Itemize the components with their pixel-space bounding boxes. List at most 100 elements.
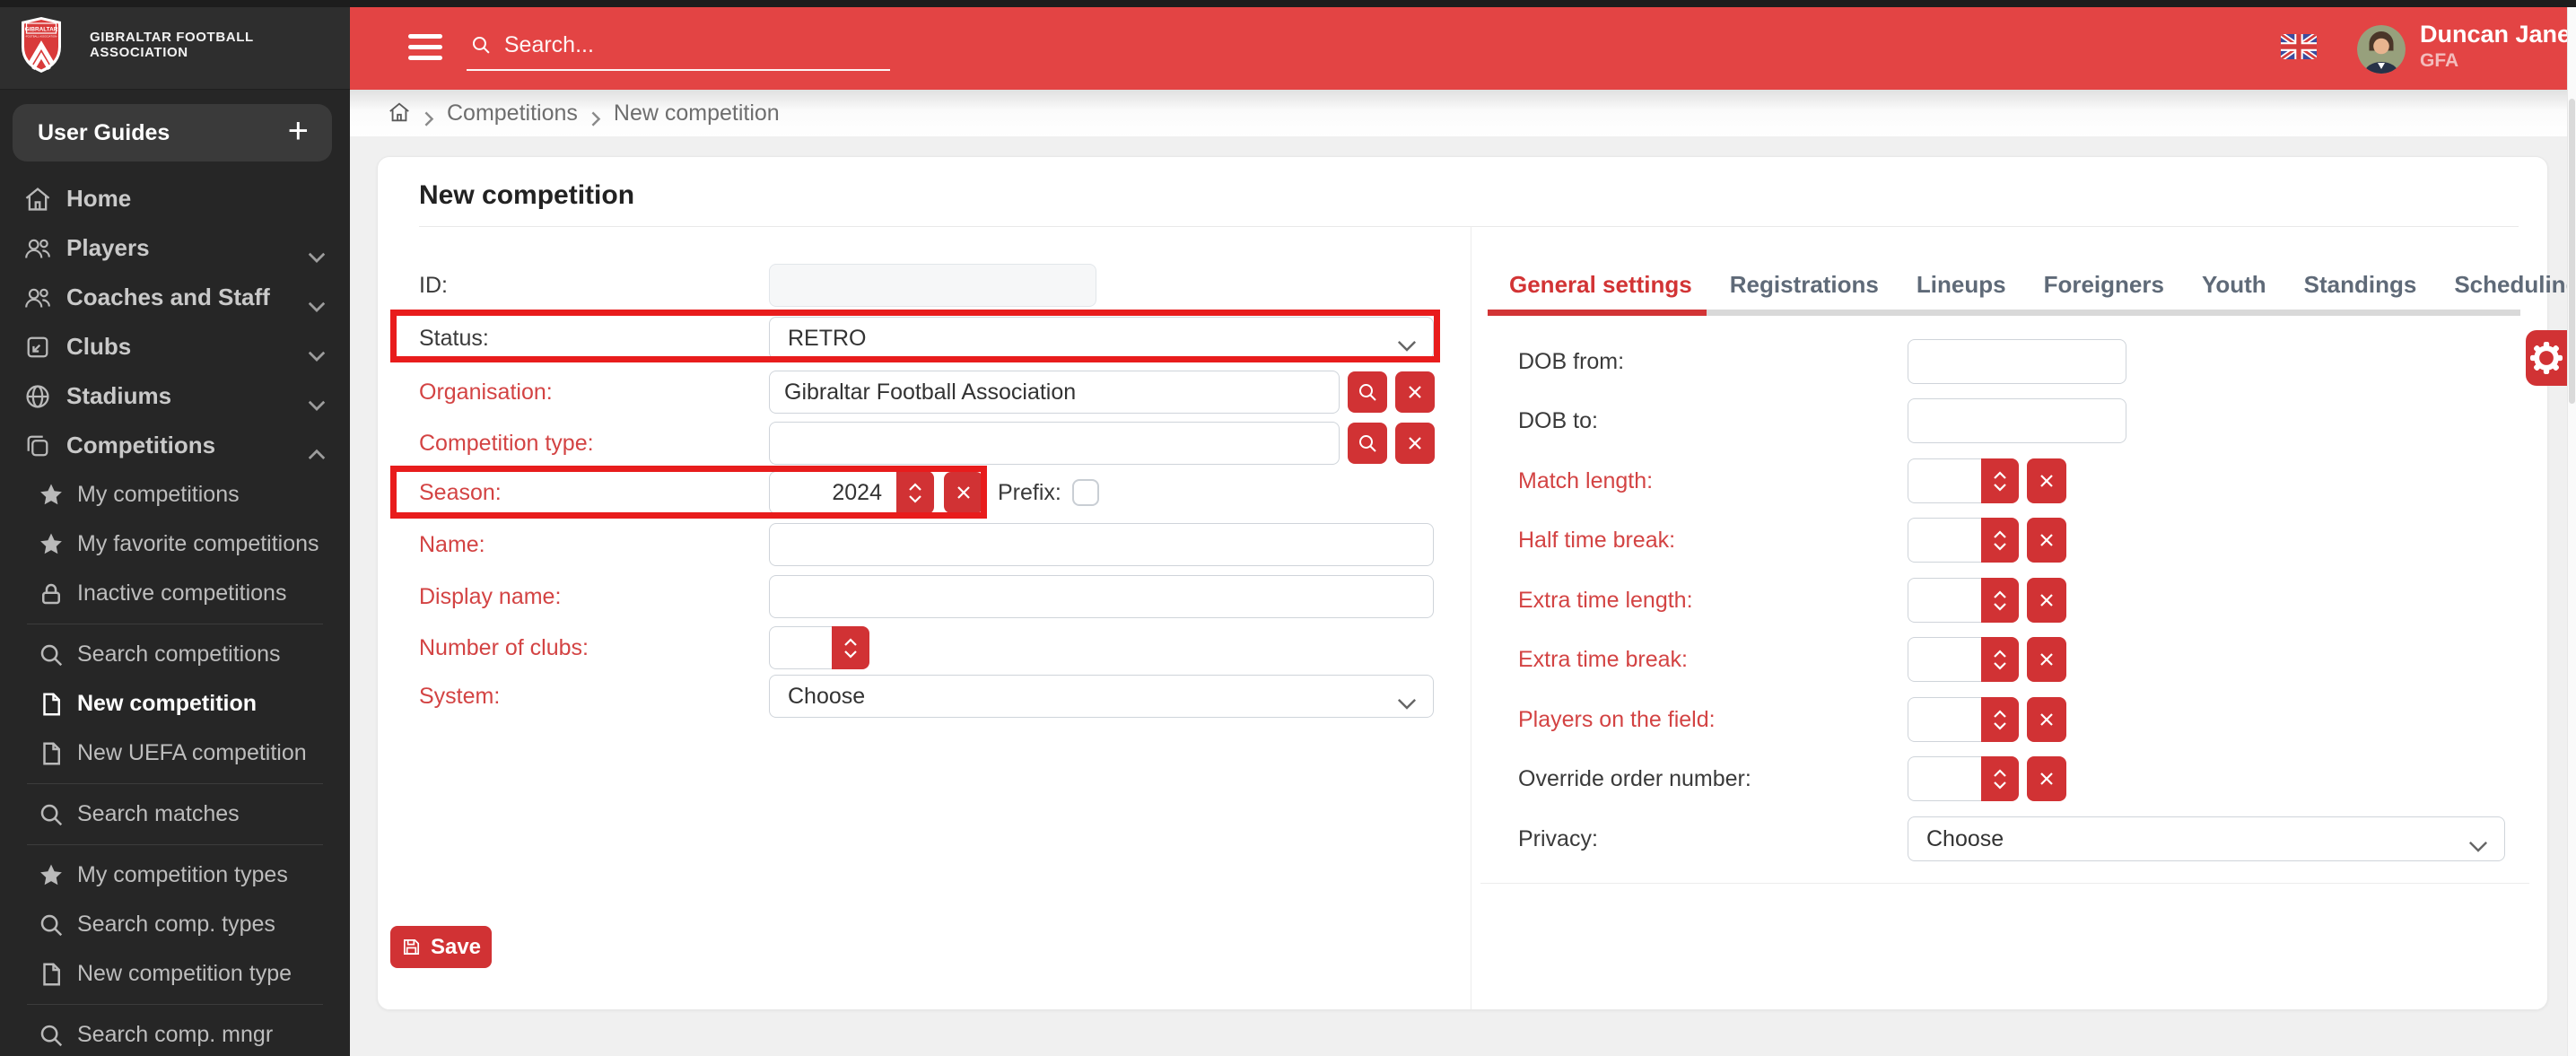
scrollbar[interactable] <box>2567 0 2576 1056</box>
display-name-input[interactable] <box>769 575 1434 618</box>
prefix-checkbox[interactable] <box>1072 479 1099 506</box>
user-menu[interactable]: Duncan Jane GFA <box>2420 21 2571 72</box>
tab-scheduling[interactable]: Scheduling <box>2452 271 2576 310</box>
organisation-input[interactable] <box>769 371 1340 414</box>
spinner-up-icon <box>843 638 858 647</box>
season-clear-button[interactable] <box>944 472 983 513</box>
sidebar-item-new-competition-type[interactable]: New competition type <box>0 949 350 999</box>
file-icon <box>38 740 65 767</box>
menu-icon[interactable] <box>408 34 442 66</box>
extra-time-break-spinner[interactable] <box>1981 637 2019 682</box>
tab-lineups[interactable]: Lineups <box>1915 271 2008 310</box>
search-input[interactable] <box>504 32 886 58</box>
number-of-clubs-input[interactable] <box>769 626 832 669</box>
tab-foreigners[interactable]: Foreigners <box>2042 271 2166 310</box>
plus-icon[interactable]: + <box>288 113 309 149</box>
tab-general-settings[interactable]: General settings <box>1507 271 1694 310</box>
sidebar-item-my-favorite-competitions[interactable]: My favorite competitions <box>0 519 350 569</box>
settings-flyout-button[interactable] <box>2526 330 2567 386</box>
half-time-break-input[interactable] <box>1908 518 1981 563</box>
override-order-number-spinner[interactable] <box>1981 756 2019 801</box>
override-order-number-input[interactable] <box>1908 756 1981 801</box>
sidebar-item-search-competitions[interactable]: Search competitions <box>0 630 350 679</box>
user-name: Duncan Jane <box>2420 21 2571 48</box>
number-of-clubs-field <box>769 626 869 669</box>
sidebar-item-stadiums[interactable]: Stadiums <box>0 371 350 421</box>
competition-type-search-button[interactable] <box>1348 423 1387 464</box>
sidebar-item-clubs[interactable]: Clubs <box>0 322 350 371</box>
spinner-down-icon <box>1993 781 2007 790</box>
extra-time-length-input[interactable] <box>1908 578 1981 623</box>
field-row-organisation: Organisation: <box>419 371 1435 414</box>
sidebar-item-my-competitions[interactable]: My competitions <box>0 470 350 519</box>
half-time-break-field <box>1908 518 2019 563</box>
sidebar-item-new-competition[interactable]: New competition <box>0 679 350 729</box>
competition-type-input[interactable] <box>769 422 1340 465</box>
sidebar-item-competitions[interactable]: Competitions <box>0 421 350 470</box>
sidebar-divider <box>27 844 323 845</box>
extra-time-break-input[interactable] <box>1908 637 1981 682</box>
competition-type-clear-button[interactable] <box>1395 423 1435 464</box>
privacy-value: Choose <box>1926 826 2004 852</box>
uk-flag-icon[interactable] <box>2281 34 2317 59</box>
window-top-strip <box>0 0 2576 7</box>
user-guides-button[interactable]: User Guides + <box>13 104 332 161</box>
season-input[interactable] <box>769 471 896 514</box>
match-length-clear-button[interactable] <box>2027 458 2066 503</box>
save-button[interactable]: Save <box>390 926 492 968</box>
sidebar-item-players[interactable]: Players <box>0 223 350 273</box>
spinner-down-icon <box>908 494 922 503</box>
players-on-field-input[interactable] <box>1908 697 1981 742</box>
spinner-down-icon <box>1993 483 2007 492</box>
sidebar-item-search-comp-types[interactable]: Search comp. types <box>0 900 350 949</box>
half-time-break-clear-button[interactable] <box>2027 518 2066 563</box>
match-length-input[interactable] <box>1908 458 1981 503</box>
gfa-logo: GIBRALTAR -FOOTBALL ASSOCIATION- <box>20 16 63 74</box>
override-order-number-clear-button[interactable] <box>2027 756 2066 801</box>
chevron-down-icon <box>307 390 327 403</box>
extra-time-length-clear-button[interactable] <box>2027 578 2066 623</box>
players-on-field-spinner[interactable] <box>1981 697 2019 742</box>
organisation-label: Organisation: <box>419 380 769 406</box>
sidebar-item-coaches-staff[interactable]: Coaches and Staff <box>0 273 350 322</box>
match-length-label: Match length: <box>1518 468 1908 494</box>
system-select[interactable]: Choose <box>769 675 1434 718</box>
players-on-field-field <box>1908 697 2019 742</box>
field-row-competition-type: Competition type: <box>419 422 1435 465</box>
season-spinner[interactable] <box>896 471 934 514</box>
tab-registrations[interactable]: Registrations <box>1728 271 1881 310</box>
organisation-search-button[interactable] <box>1348 371 1387 413</box>
chevron-down-icon <box>307 292 327 304</box>
sidebar-divider <box>27 1004 323 1005</box>
status-select[interactable]: RETRO <box>769 317 1434 360</box>
sidebar-item-home[interactable]: Home <box>0 174 350 223</box>
organisation-clear-button[interactable] <box>1395 371 1435 413</box>
chevron-down-icon <box>1397 691 1417 703</box>
sidebar-item-new-uefa-competition[interactable]: New UEFA competition <box>0 729 350 778</box>
sidebar-item-label: Search comp. mngr <box>77 1022 273 1048</box>
override-order-number-label: Override order number: <box>1518 766 1908 792</box>
number-of-clubs-spinner[interactable] <box>832 626 869 669</box>
breadcrumb-competitions[interactable]: Competitions <box>447 100 578 127</box>
dob-to-input[interactable] <box>1908 398 2126 443</box>
home-icon[interactable] <box>388 100 411 124</box>
match-length-spinner[interactable] <box>1981 458 2019 503</box>
sidebar-item-inactive-competitions[interactable]: Inactive competitions <box>0 569 350 618</box>
tab-youth[interactable]: Youth <box>2200 271 2268 310</box>
players-on-field-clear-button[interactable] <box>2027 697 2066 742</box>
extra-time-break-clear-button[interactable] <box>2027 637 2066 682</box>
avatar[interactable] <box>2357 25 2406 74</box>
name-input[interactable] <box>769 523 1434 566</box>
tab-standings[interactable]: Standings <box>2302 271 2419 310</box>
extra-time-length-spinner[interactable] <box>1981 578 2019 623</box>
sidebar-item-search-comp-mngr[interactable]: Search comp. mngr <box>0 1010 350 1056</box>
sidebar-item-my-competition-types[interactable]: My competition types <box>0 851 350 900</box>
privacy-select[interactable]: Choose <box>1908 816 2505 861</box>
half-time-break-spinner[interactable] <box>1981 518 2019 563</box>
sidebar-item-search-matches[interactable]: Search matches <box>0 790 350 839</box>
spinner-up-icon <box>1993 530 2007 539</box>
match-length-field <box>1908 458 2019 503</box>
sidebar-divider <box>27 783 323 784</box>
scrollbar-thumb[interactable] <box>2569 99 2575 404</box>
dob-from-input[interactable] <box>1908 339 2126 384</box>
